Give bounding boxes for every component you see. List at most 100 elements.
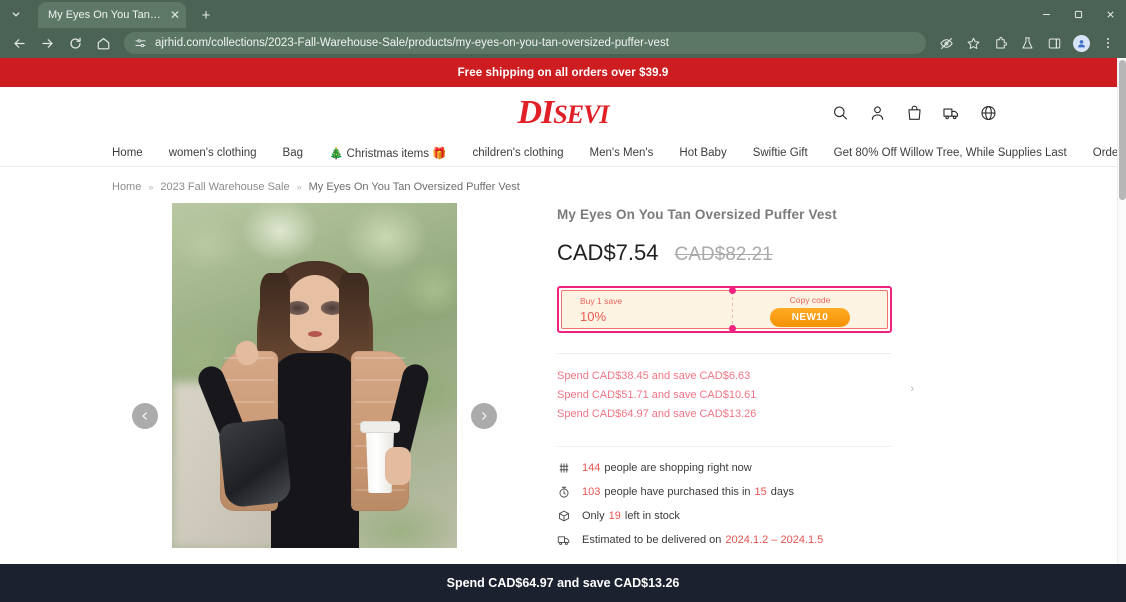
tier-item[interactable]: Spend CAD$38.45 and save CAD$6.63 <box>557 367 892 386</box>
tab-search-chevron-down-icon[interactable] <box>2 0 30 28</box>
sticky-promo-bar[interactable]: Spend CAD$64.97 and save CAD$13.26 <box>0 564 1126 602</box>
coupon-inner: Buy 1 save 10% Copy code NEW10 <box>561 287 888 332</box>
nav-item-childrens-clothing[interactable]: children's clothing <box>472 147 563 159</box>
flask-icon[interactable] <box>1015 31 1039 55</box>
social-proof-stats: 144 people are shopping right now 103 pe… <box>557 446 892 547</box>
browser-toolbar: ajrhid.com/collections/2023-Fall-Warehou… <box>0 28 1126 58</box>
back-arrow-left-icon[interactable] <box>6 30 32 56</box>
model-handbag <box>217 417 293 509</box>
product-image[interactable] <box>172 203 457 548</box>
browser-tab[interactable]: My Eyes On You Tan Oversized ✕ <box>38 2 186 28</box>
price-block: CAD$7.54 CAD$82.21 <box>557 240 892 266</box>
nav-item-home[interactable]: Home <box>112 147 143 159</box>
maximize-icon[interactable] <box>1062 0 1094 28</box>
announcement-bar: Free shipping on all orders over $39.9 <box>0 58 1126 87</box>
nav-item-womens-clothing[interactable]: women's clothing <box>169 147 257 159</box>
toolbar-icons <box>934 31 1120 55</box>
page-scrollbar[interactable] <box>1117 58 1126 602</box>
stat-purchases: 103 people have purchased this in 15 day… <box>557 485 892 499</box>
tiers-next-chevron-right-icon[interactable]: › <box>910 383 914 395</box>
breadcrumb-item-current: My Eyes On You Tan Oversized Puffer Vest <box>308 181 520 193</box>
site-header: DISEVI <box>0 87 1126 139</box>
stat-text: left in stock <box>624 510 680 522</box>
stat-text: people are shopping right now <box>604 462 752 474</box>
stat-text-prefix: Only <box>582 510 605 522</box>
coupon-offer-value: 10% <box>580 309 607 324</box>
gallery-prev-chevron-left-icon[interactable] <box>132 403 158 429</box>
breadcrumb-item-collection[interactable]: 2023 Fall Warehouse Sale <box>160 181 289 193</box>
stat-count: 19 <box>608 510 621 522</box>
stat-text: people have purchased this in <box>604 486 751 498</box>
breadcrumb: Home » 2023 Fall Warehouse Sale » My Eye… <box>0 167 1126 193</box>
stat-text-prefix: Estimated to be delivered on <box>582 534 722 546</box>
header-icon-group <box>831 104 998 123</box>
stat-count: 144 <box>582 462 601 474</box>
close-window-icon[interactable] <box>1094 0 1126 28</box>
new-tab-plus-icon[interactable]: + <box>194 3 218 27</box>
model-hand-holding-cup <box>385 447 411 485</box>
eye-off-icon[interactable] <box>934 31 958 55</box>
gallery-next-chevron-right-icon[interactable] <box>471 403 497 429</box>
minimize-icon[interactable] <box>1030 0 1062 28</box>
window-controls <box>1030 0 1126 28</box>
coupon-offer: Buy 1 save 10% <box>562 291 732 328</box>
nav-item-bag[interactable]: Bag <box>283 147 303 159</box>
nav-item-hot-baby[interactable]: Hot Baby <box>679 147 726 159</box>
account-icon[interactable] <box>868 104 887 123</box>
tab-close-icon[interactable]: ✕ <box>170 9 180 21</box>
tier-item[interactable]: Spend CAD$51.71 and save CAD$10.61 <box>557 386 892 405</box>
stat-stock: Only 19 left in stock <box>557 509 892 523</box>
product-main: My Eyes On You Tan Oversized Puffer Vest… <box>0 203 1126 602</box>
url-text: ajrhid.com/collections/2023-Fall-Warehou… <box>155 37 669 49</box>
site-info-tune-icon[interactable] <box>134 37 147 50</box>
tier-item[interactable]: Spend CAD$64.97 and save CAD$13.26 <box>557 405 892 424</box>
timer-icon <box>557 485 571 499</box>
delivery-truck-icon <box>557 533 571 547</box>
compare-at-price: CAD$82.21 <box>674 244 773 265</box>
kebab-menu-icon[interactable] <box>1096 31 1120 55</box>
product-title: My Eyes On You Tan Oversized Puffer Vest <box>557 207 837 222</box>
nav-item-swiftie-gift[interactable]: Swiftie Gift <box>753 147 808 159</box>
tab-strip: My Eyes On You Tan Oversized ✕ + <box>0 0 1126 28</box>
logo-sub-text: SEVI <box>553 100 609 129</box>
current-price: CAD$7.54 <box>557 240 659 265</box>
profile-avatar-icon[interactable] <box>1069 31 1093 55</box>
copy-code-button[interactable]: NEW10 <box>769 307 851 327</box>
stat-shopping-now: 144 people are shopping right now <box>557 461 892 475</box>
breadcrumb-item-home[interactable]: Home <box>112 181 141 193</box>
nav-scroll-arrows: ‹ › <box>989 147 1004 158</box>
spend-save-tiers: Spend CAD$38.45 and save CAD$6.63 Spend … <box>557 353 914 424</box>
search-icon[interactable] <box>831 104 850 123</box>
product-info: My Eyes On You Tan Oversized Puffer Vest… <box>557 203 1035 602</box>
nav-item-willow-tree-promo[interactable]: Get 80% Off Willow Tree, While Supplies … <box>834 147 1067 159</box>
language-globe-icon[interactable] <box>979 104 998 123</box>
order-tracking-icon[interactable] <box>942 104 961 123</box>
bookmark-star-icon[interactable] <box>961 31 985 55</box>
stock-box-icon <box>557 509 571 523</box>
logo-main-text: DI <box>517 94 554 131</box>
extensions-icon[interactable] <box>988 31 1012 55</box>
forward-arrow-right-icon[interactable] <box>34 30 60 56</box>
stat-delivery: Estimated to be delivered on 2024.1.2 – … <box>557 533 892 547</box>
breadcrumb-separator: » <box>148 182 154 192</box>
side-panel-icon[interactable] <box>1042 31 1066 55</box>
model-lips <box>307 331 322 337</box>
home-icon[interactable] <box>90 30 116 56</box>
product-gallery <box>112 203 517 602</box>
coffee-cup-lid <box>360 421 400 433</box>
scrollbar-thumb[interactable] <box>1119 60 1126 200</box>
reload-icon[interactable] <box>62 30 88 56</box>
nav-item-christmas-items[interactable]: 🎄 Christmas items 🎁 <box>329 146 446 160</box>
nav-chevron-right-icon[interactable]: › <box>1001 147 1004 158</box>
product-photo <box>172 203 457 548</box>
cart-bag-icon[interactable] <box>905 104 924 123</box>
coupon-card[interactable]: Buy 1 save 10% Copy code NEW10 <box>557 286 892 333</box>
model-sunglasses <box>283 299 346 317</box>
address-bar[interactable]: ajrhid.com/collections/2023-Fall-Warehou… <box>124 32 926 54</box>
delivery-date-range: 2024.1.2 – 2024.1.5 <box>725 534 824 546</box>
stat-text-suffix: days <box>770 486 795 498</box>
site-logo[interactable]: DISEVI <box>517 94 609 131</box>
nav-item-mens[interactable]: Men's Men's <box>590 147 654 159</box>
nav-chevron-left-icon[interactable]: ‹ <box>989 147 992 158</box>
browser-window: My Eyes On You Tan Oversized ✕ + <box>0 0 1126 602</box>
